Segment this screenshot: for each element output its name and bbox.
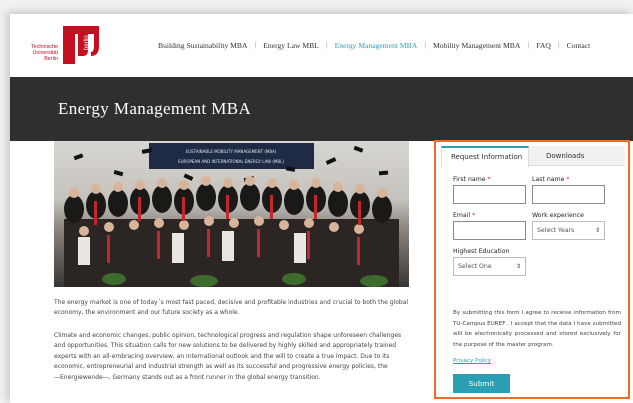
education-label: Highest Education [453,248,510,255]
form-tabs: Request Information Downloads [441,146,625,167]
page-title: Energy Management MBA [58,99,252,118]
last-name-input[interactable] [532,185,605,204]
work-experience-value: Select Years [537,227,575,234]
nav-separator: | [557,42,560,49]
photo-banner-text-2: SUSTAINABLE MOBILITY MANAGEMENT (MBA) [186,149,277,154]
consent-text: By submitting this form I agree to recei… [453,310,621,348]
first-name-label: First name * [453,176,491,183]
nav-item-energy-law[interactable]: Energy Law MBL [263,41,319,50]
last-name-label-text: Last name [532,176,565,183]
select-arrows-icon: ⇕ [515,263,521,270]
page-banner: Energy Management MBA [10,77,633,141]
work-experience-label: Work experience [532,212,584,219]
logo-line-3: Berlin [44,56,58,63]
nav-separator: | [527,42,530,49]
first-name-input[interactable] [453,185,526,204]
email-label: Email * [453,212,475,219]
tu-berlin-logo[interactable]: Technische Universität Berlin berlin [10,24,120,76]
first-name-label-text: First name [453,176,486,183]
required-asterisk: * [566,176,570,183]
select-arrows-icon: ⇕ [594,227,600,234]
nav-separator: | [424,42,427,49]
email-input[interactable] [453,221,526,240]
logo-text: Technische Universität Berlin [13,44,58,63]
description-paragraph: Climate and economic changes, public opi… [54,332,402,381]
graduation-photo-illustration: SUSTAINABLE MOBILITY MANAGEMENT (MBA) EU… [64,143,399,287]
nav-separator: | [254,42,257,49]
last-name-label: Last name * [532,176,569,183]
photo-banner-text-1: EUROPEAN AND INTERNATIONAL ENERGY LAW (M… [178,159,284,164]
request-information-form: Request Information Downloads First name… [434,140,630,399]
privacy-policy-link[interactable]: Privacy Policy [453,358,491,364]
nav-separator: | [325,42,328,49]
education-select[interactable]: Select One ⇕ [453,257,526,276]
nav-item-faq[interactable]: FAQ [536,41,551,50]
required-asterisk: * [487,176,491,183]
nav-item-mobility-management[interactable]: Mobility Management MBA [433,41,520,50]
tab-request-information[interactable]: Request Information [441,146,529,167]
submit-button[interactable]: Submit [453,374,510,393]
intro-paragraph: The energy market is one of today´s most… [54,299,409,317]
logo-berlin-label: berlin [84,35,90,50]
main-nav: Building Sustainability MBA | Energy Law… [158,41,590,50]
nav-item-energy-management[interactable]: Energy Management MBA [335,41,418,50]
graduation-photo: SUSTAINABLE MOBILITY MANAGEMENT (MBA) EU… [54,141,409,287]
required-asterisk: * [472,212,476,219]
nav-item-contact[interactable]: Contact [567,41,591,50]
work-experience-select[interactable]: Select Years ⇕ [532,221,605,240]
page: Technische Universität Berlin berlin Bui… [10,14,633,403]
email-label-text: Email [453,212,471,219]
education-value: Select One [458,263,492,270]
tab-downloads[interactable]: Downloads [529,146,625,165]
nav-item-building-sustainability[interactable]: Building Sustainability MBA [158,41,247,50]
